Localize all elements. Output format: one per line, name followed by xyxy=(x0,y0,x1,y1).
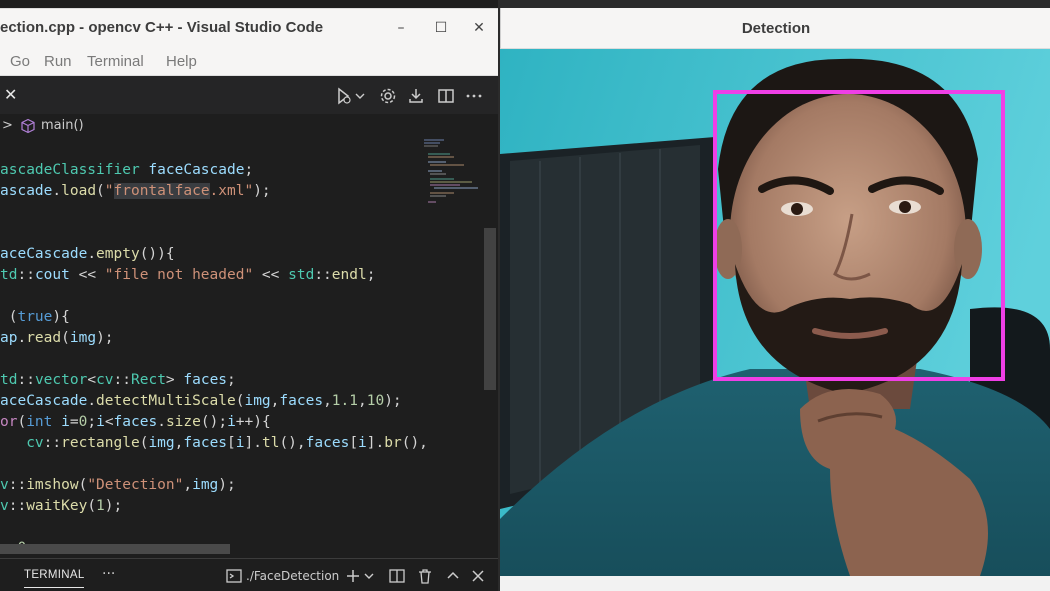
gear-icon[interactable] xyxy=(378,86,398,106)
code-line-14: cv::rectangle(img,faces[i].tl(),faces[i]… xyxy=(26,435,428,451)
run-debug-icon[interactable] xyxy=(334,86,354,106)
plus-icon[interactable] xyxy=(344,567,362,585)
menu-go[interactable]: Go xyxy=(10,53,30,70)
code-line-9: ap.read(img); xyxy=(0,330,114,346)
code-line-16: v::imshow("Detection",img); xyxy=(0,477,236,493)
breadcrumb-separator: > xyxy=(2,118,13,133)
split-editor-icon[interactable] xyxy=(436,86,456,106)
code-line-5: aceCascade.empty()){ xyxy=(0,246,175,262)
menu-terminal[interactable]: Terminal xyxy=(87,53,144,70)
code-line-17: v::waitKey(1); xyxy=(0,498,123,514)
minimap[interactable] xyxy=(420,138,482,218)
vertical-scrollbar[interactable] xyxy=(484,228,496,390)
code-line-2: ascade.load("frontalface.xml"); xyxy=(0,183,271,199)
download-icon[interactable] xyxy=(406,86,426,106)
close-panel-icon[interactable] xyxy=(469,567,487,585)
camera-feed xyxy=(500,49,1050,576)
detection-titlebar: Detection xyxy=(500,8,1050,49)
vscode-window: ection.cpp - opencv C++ - Visual Studio … xyxy=(0,0,498,591)
breadcrumb: > main() xyxy=(0,114,498,138)
chevron-down-icon[interactable] xyxy=(363,567,375,585)
menu-bar: Go Run Terminal Help xyxy=(0,48,498,76)
chevron-down-icon[interactable] xyxy=(354,86,366,106)
more-actions-icon[interactable] xyxy=(464,86,484,106)
vscode-window-title: ection.cpp - opencv C++ - Visual Studio … xyxy=(0,19,324,36)
horizontal-scrollbar[interactable] xyxy=(0,544,230,554)
code-editor[interactable]: ascadeClassifier faceCascade; ascade.loa… xyxy=(0,138,498,558)
code-line-11: td::vector<cv::Rect> faces; xyxy=(0,372,236,388)
detection-window: Detection xyxy=(500,8,1050,591)
maximize-button[interactable]: ☐ xyxy=(430,17,452,39)
code-line-6: td::cout << "file not headed" << std::en… xyxy=(0,267,376,283)
detection-window-bottom-edge xyxy=(500,576,1050,591)
trash-icon[interactable] xyxy=(416,567,434,585)
terminal-session-name[interactable]: ./FaceDetection xyxy=(246,569,339,583)
menu-help[interactable]: Help xyxy=(166,53,197,70)
chevron-up-icon[interactable] xyxy=(444,567,462,585)
terminal-panel-header: TERMINAL ··· ./FaceDetection xyxy=(0,558,498,591)
menu-run[interactable]: Run xyxy=(44,53,72,70)
code-line-13: or(int i=0;i<faces.size();i++){ xyxy=(0,414,271,430)
code-line-1: ascadeClassifier faceCascade; xyxy=(0,162,254,178)
code-line-12: aceCascade.detectMultiScale(img,faces,1.… xyxy=(0,393,402,409)
minimize-button[interactable]: – xyxy=(390,17,412,39)
terminal-icon xyxy=(226,569,242,583)
tab-terminal[interactable]: TERMINAL xyxy=(24,569,85,581)
cube-icon xyxy=(21,118,35,134)
split-terminal-icon[interactable] xyxy=(388,567,406,585)
tab-active-indicator xyxy=(24,587,84,588)
tab-close-icon[interactable]: ✕ xyxy=(4,85,17,104)
editor-tab-bar: ✕ xyxy=(0,76,498,114)
panel-more-button[interactable]: ··· xyxy=(102,566,115,582)
code-line-8: (true){ xyxy=(0,309,70,325)
close-button[interactable]: ✕ xyxy=(468,17,490,39)
vscode-titlebar: ection.cpp - opencv C++ - Visual Studio … xyxy=(0,8,498,48)
detection-window-title: Detection xyxy=(741,20,811,37)
breadcrumb-symbol[interactable]: main() xyxy=(41,118,84,133)
webcam-frame-image xyxy=(500,49,1050,576)
